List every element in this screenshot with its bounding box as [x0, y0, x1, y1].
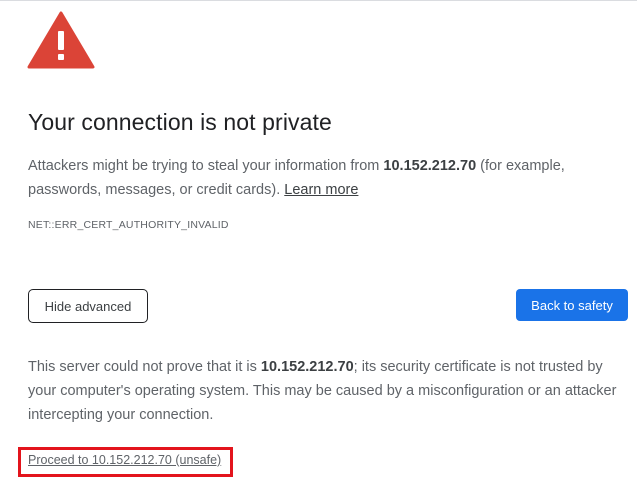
hide-advanced-button[interactable]: Hide advanced [28, 289, 148, 323]
back-to-safety-button[interactable]: Back to safety [516, 289, 628, 321]
details-paragraph: This server could not prove that it is 1… [28, 355, 628, 427]
details-host: 10.152.212.70 [260, 359, 354, 375]
error-code: NET::ERR_CERT_AUTHORITY_INVALID [28, 219, 229, 231]
top-divider [0, 0, 637, 1]
learn-more-link[interactable]: Learn more [284, 182, 358, 198]
details-prefix: This server could not prove that it is [28, 359, 261, 375]
interstitial-page: Your connection is not private Attackers… [0, 0, 637, 480]
intro-host: 10.152.212.70 [383, 158, 477, 174]
proceed-unsafe-link[interactable]: Proceed to 10.152.212.70 (unsafe) [28, 453, 221, 467]
intro-prefix: Attackers might be trying to steal your … [28, 158, 384, 174]
page-title: Your connection is not private [28, 109, 332, 135]
intro-paragraph: Attackers might be trying to steal your … [28, 154, 618, 202]
warning-triangle-icon [27, 11, 95, 69]
